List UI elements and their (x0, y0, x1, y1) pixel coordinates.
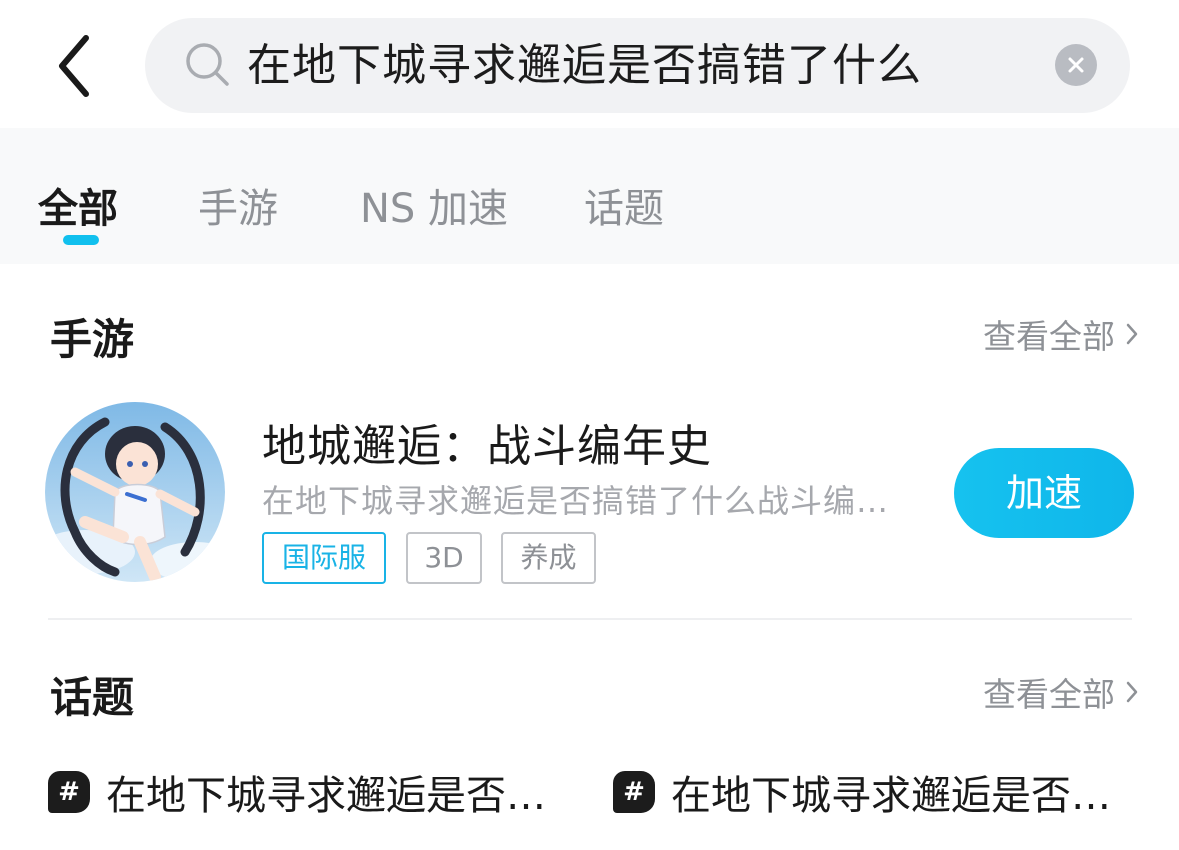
close-icon (1068, 57, 1084, 73)
tag-cultivation: 养成 (501, 532, 596, 584)
active-tab-indicator (63, 235, 99, 245)
category-tabs: 全部 手游 NS 加速 话题 (0, 128, 1179, 264)
accelerate-button[interactable]: 加速 (954, 448, 1134, 538)
topic-item[interactable]: # 在地下城寻求邂逅是否… (48, 764, 546, 820)
back-button[interactable] (52, 30, 102, 102)
view-all-label: 查看全部 (983, 317, 1115, 356)
topics-section-title: 话题 (50, 673, 135, 722)
tab-mobile-games[interactable]: 手游 (198, 176, 278, 234)
topics-view-all-link[interactable]: 查看全部 (983, 668, 1139, 716)
tag-3d: 3D (406, 532, 482, 584)
game-title[interactable]: 地城邂逅：战斗编年史 (262, 410, 712, 474)
search-input[interactable]: 在地下城寻求邂逅是否搞错了什么 (247, 18, 922, 113)
search-box[interactable]: 在地下城寻求邂逅是否搞错了什么 (145, 18, 1130, 113)
tag-international: 国际服 (262, 532, 386, 584)
tab-ns-accel[interactable]: NS 加速 (360, 176, 508, 234)
hashtag-icon: # (48, 771, 90, 813)
top-bar: 在地下城寻求邂逅是否搞错了什么 (0, 0, 1179, 128)
clear-search-button[interactable] (1055, 44, 1097, 86)
topic-item[interactable]: # 在地下城寻求邂逅是否… (613, 764, 1111, 820)
chevron-right-icon (1126, 323, 1138, 345)
chevron-left-icon (59, 35, 89, 97)
topic-label: 在地下城寻求邂逅是否… (106, 773, 546, 819)
hashtag-icon: # (613, 771, 655, 813)
tab-topics[interactable]: 话题 (584, 176, 664, 234)
view-all-label: 查看全部 (983, 675, 1115, 714)
mobile-games-section-title: 手游 (50, 315, 135, 364)
game-cover-image (45, 402, 225, 582)
game-list-item[interactable]: 地城邂逅：战斗编年史 在地下城寻求邂逅是否搞错了什么战斗编… 国际服 3D 养成… (0, 390, 1179, 600)
section-divider (48, 618, 1132, 620)
chevron-right-icon (1126, 681, 1138, 703)
topic-label: 在地下城寻求邂逅是否… (671, 773, 1111, 819)
game-description: 在地下城寻求邂逅是否搞错了什么战斗编… (262, 482, 890, 520)
game-avatar[interactable] (45, 402, 225, 582)
search-icon (186, 43, 229, 86)
tab-all[interactable]: 全部 (38, 176, 118, 234)
mobile-games-view-all-link[interactable]: 查看全部 (983, 310, 1139, 358)
